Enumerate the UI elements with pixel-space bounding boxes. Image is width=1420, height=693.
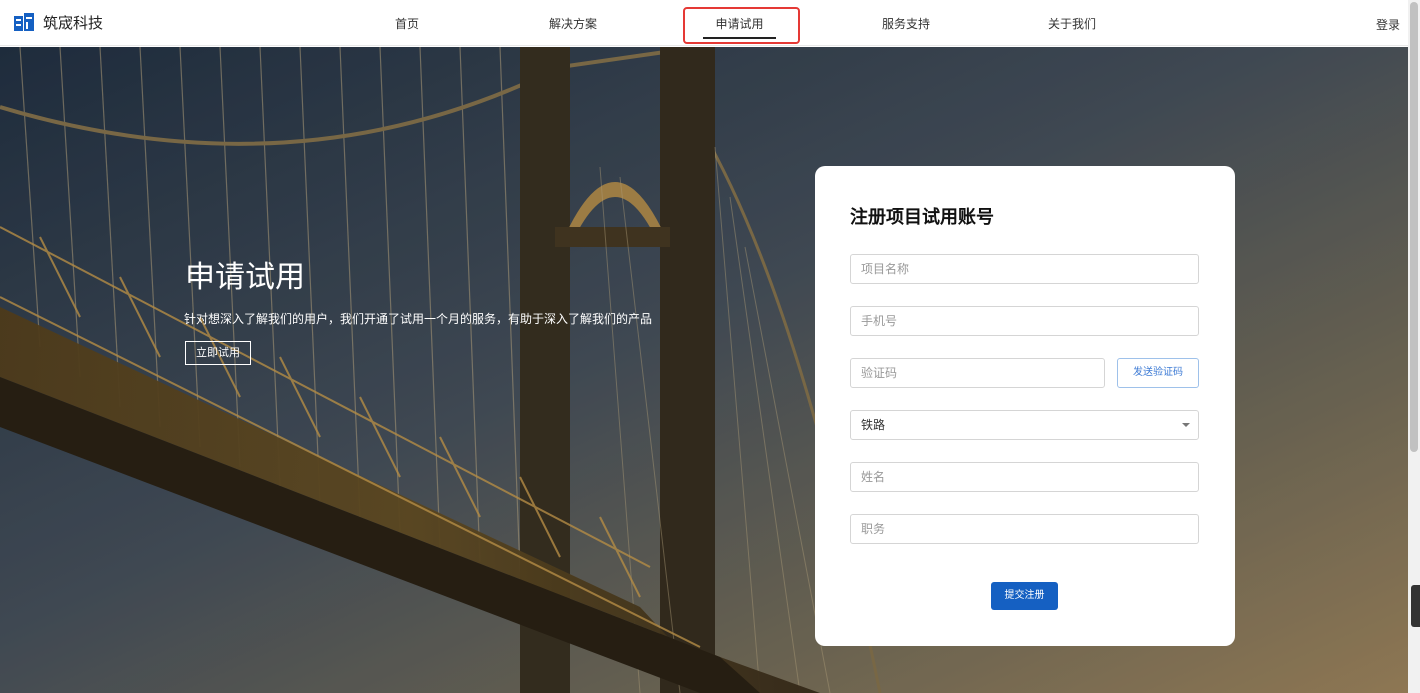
nav-solutions[interactable]: 解决方案 — [549, 15, 597, 32]
hero-title: 申请试用 — [185, 260, 305, 295]
nav-support[interactable]: 服务支持 — [882, 15, 930, 32]
floating-side-widget[interactable] — [1411, 585, 1420, 627]
login-link[interactable]: 登录 — [1376, 16, 1400, 33]
trial-registration-form: 注册项目试用账号 项目名称 手机号 验证码 发送验证码 铁路 姓名 职务 提交注… — [815, 166, 1235, 646]
position-input[interactable]: 职务 — [850, 514, 1199, 544]
send-code-button[interactable]: 发送验证码 — [1117, 358, 1199, 388]
top-nav-bar: 筑宬科技 首页 解决方案 申请试用 服务支持 关于我们 登录 — [0, 0, 1408, 46]
name-input[interactable]: 姓名 — [850, 462, 1199, 492]
logo-icon — [14, 12, 34, 31]
annotation-highlight-box — [683, 7, 800, 44]
scrollbar-thumb[interactable] — [1410, 2, 1418, 452]
form-title: 注册项目试用账号 — [850, 207, 994, 228]
logo[interactable]: 筑宬科技 — [14, 12, 103, 33]
logo-text: 筑宬科技 — [43, 14, 104, 32]
phone-input[interactable]: 手机号 — [850, 306, 1199, 336]
submit-registration-button[interactable]: 提交注册 — [991, 582, 1058, 610]
hero-banner: 申请试用 针对想深入了解我们的用户，我们开通了试用一个月的服务，有助于深入了解我… — [0, 47, 1408, 693]
industry-select-value: 铁路 — [861, 418, 886, 432]
nav-home[interactable]: 首页 — [395, 15, 419, 32]
verification-code-input[interactable]: 验证码 — [850, 358, 1105, 388]
industry-select[interactable]: 铁路 — [850, 410, 1199, 440]
project-name-input[interactable]: 项目名称 — [850, 254, 1199, 284]
chevron-down-icon — [1182, 423, 1190, 427]
try-now-button[interactable]: 立即试用 — [185, 341, 251, 365]
hero-description: 针对想深入了解我们的用户，我们开通了试用一个月的服务，有助于深入了解我们的产品 — [184, 312, 653, 326]
nav-about[interactable]: 关于我们 — [1048, 15, 1096, 32]
